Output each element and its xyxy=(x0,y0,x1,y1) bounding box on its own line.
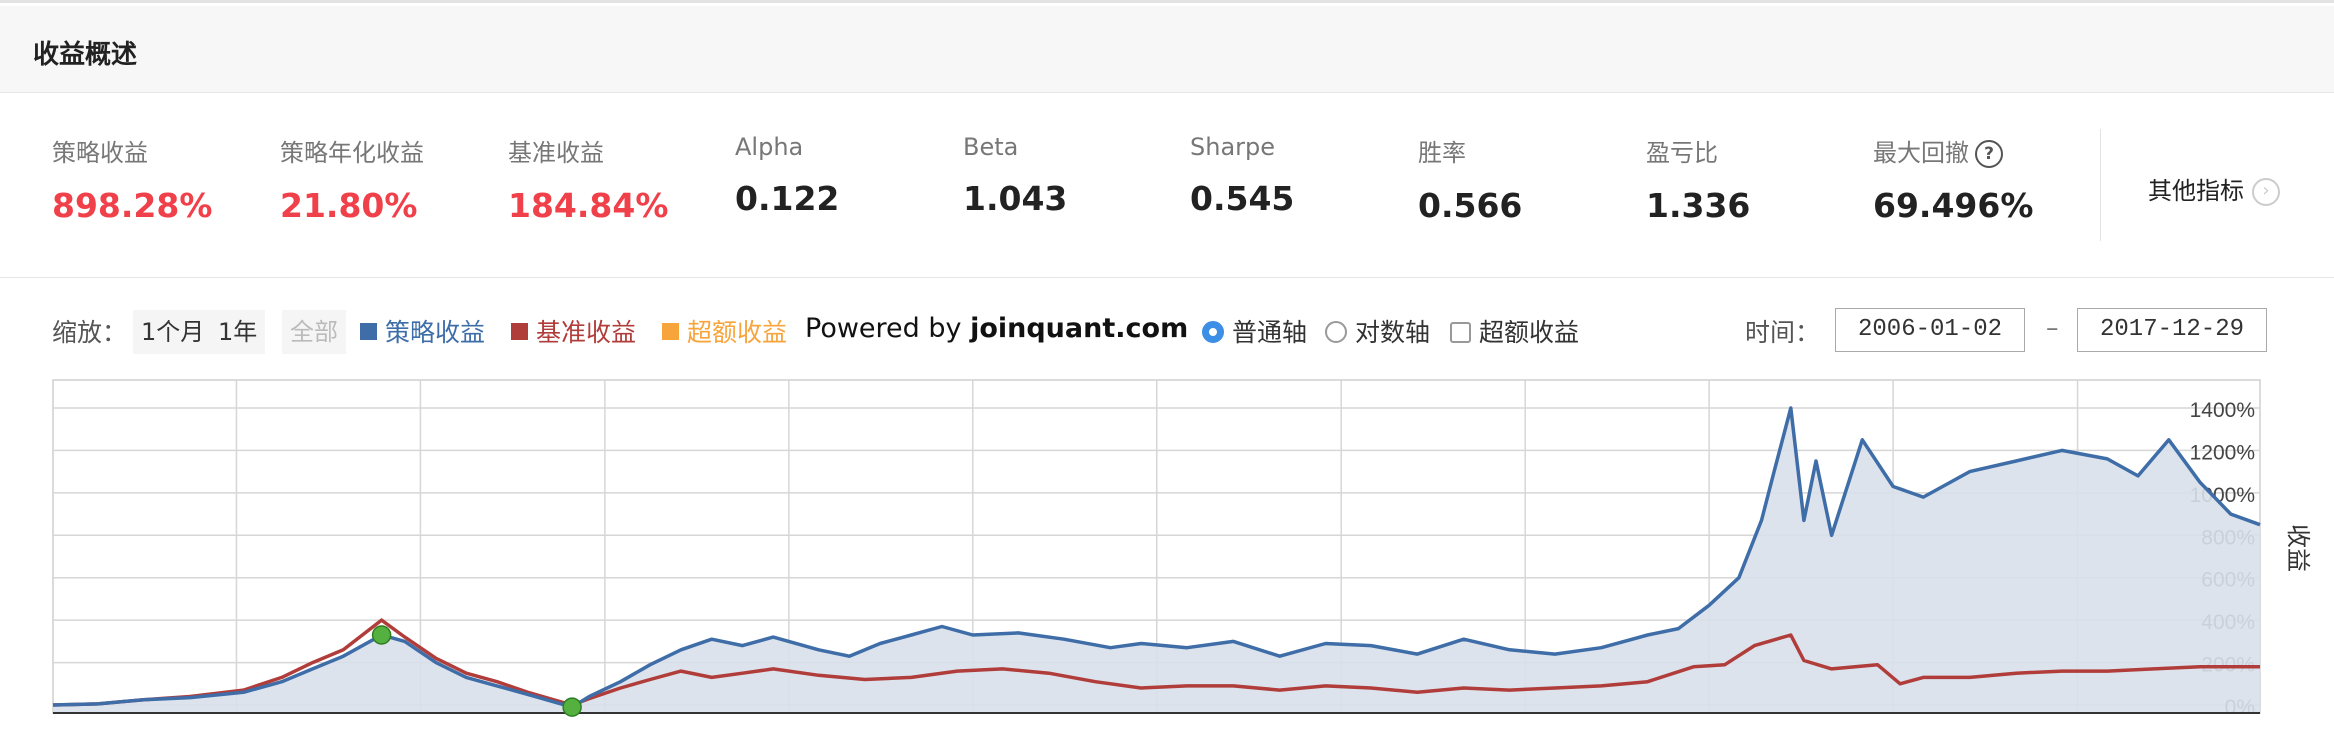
y-tick-label: 1400% xyxy=(2190,399,2255,422)
y-axis-title: 收益 xyxy=(2284,524,2312,572)
drawdown-marker xyxy=(371,625,392,645)
drawdown-marker xyxy=(562,697,582,717)
returns-overview-panel: 收益概述 策略收益 898.28% 策略年化收益 21.80% 基准收益 184… xyxy=(0,0,2334,748)
returns-chart[interactable]: 0%200%400%600%800%1000%1200%1400%收益 xyxy=(0,3,2334,751)
y-tick-label: 1200% xyxy=(2190,441,2255,464)
